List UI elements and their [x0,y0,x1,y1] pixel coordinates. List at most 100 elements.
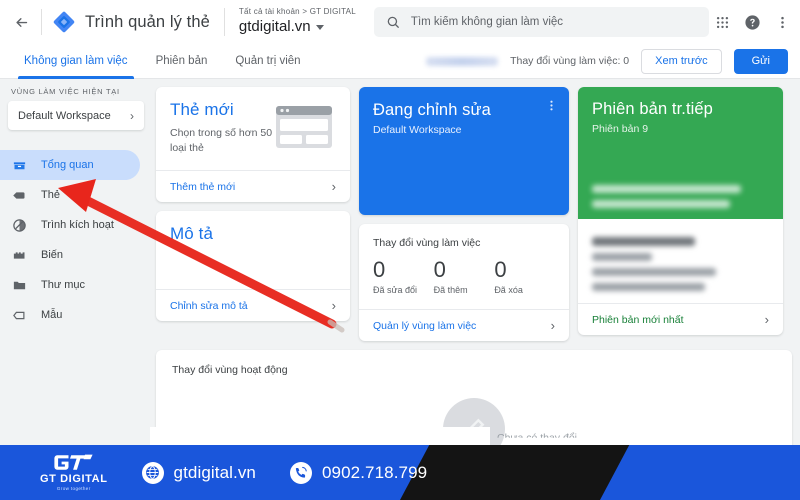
gtm-app-window: Trình quản lý thẻ Tất cả tài khoản > GT … [0,0,800,500]
apps-grid-icon[interactable] [709,8,737,36]
redacted-line [592,200,731,208]
search-box[interactable] [373,7,709,37]
gtm-diamond-logo [51,9,77,35]
workspace-selector[interactable]: Default Workspace › [8,101,144,130]
new-tag-card-footer[interactable]: Thêm thẻ mới › [156,170,350,202]
banner-phone[interactable]: 0902.718.799 [290,461,428,484]
sidebar-item-variables-label: Biến [41,249,64,261]
banner-content: GT DIGITAL Grow together gtdigital.vn 09… [0,445,800,500]
live-version-header: Phiên bản tr.tiếp Phiên bản 9 [578,87,783,219]
redacted-line [592,253,653,261]
sidebar-item-overview-label: Tổng quan [41,159,94,171]
sidebar-item-triggers-label: Trình kích hoạt [41,219,114,231]
tab-versions[interactable]: Phiên bản [142,44,222,79]
help-circle-icon[interactable] [739,8,767,36]
search-icon [386,15,400,29]
live-version-card[interactable]: Phiên bản tr.tiếp Phiên bản 9 Phiên bản … [578,87,783,335]
tab-workspace[interactable]: Không gian làm việc [10,44,142,79]
redacted-line [592,185,741,193]
chevron-down-icon [315,24,324,30]
sidebar-item-tags[interactable]: Thẻ [0,180,140,210]
banner-website[interactable]: gtdigital.vn [141,461,256,484]
stat-added-value: 0 [433,257,446,282]
sidebar-item-tags-label: Thẻ [41,189,60,201]
sidebar: VÙNG LÀM VIỆC HIỆN TẠI Default Workspace… [0,79,152,500]
phone-call-icon [290,461,312,484]
card-column-left: Thẻ mới Chọn trong số hơn 50 loại thẻ Th… [156,87,350,322]
sidebar-nav: Tổng quan Thẻ Trình kích hoạt Biến Thư m… [0,150,152,330]
bottom-banner: GT DIGITAL Grow together gtdigital.vn 09… [0,445,800,500]
workspace-changes-count: Thay đổi vùng làm việc: 0 [510,55,630,67]
sidebar-item-overview[interactable]: Tổng quan [0,150,140,180]
card-column-middle: Đang chỉnh sửa Default Workspace Thay đổ… [359,87,569,342]
redacted-line [592,283,706,291]
description-card-footer[interactable]: Chỉnh sửa mô tả › [156,289,350,321]
card-column-right: Phiên bản tr.tiếp Phiên bản 9 Phiên bản … [578,87,783,335]
more-vert-icon[interactable] [545,99,558,114]
activity-title: Thay đổi vùng hoạt động [172,364,288,377]
workspace-name: Default Workspace [18,109,111,122]
brand-tagline: Grow together [56,485,91,491]
more-vert-icon[interactable] [769,8,797,36]
account-selector[interactable]: Tất cả tài khoản > GT DIGITAL gtdigital.… [223,8,356,36]
editing-card[interactable]: Đang chỉnh sửa Default Workspace [359,87,569,215]
editing-card-title: Đang chỉnh sửa [373,101,491,119]
editing-card-subtitle: Default Workspace [373,124,462,136]
chevron-right-icon: › [550,318,555,334]
sidebar-item-templates-label: Mẫu [41,309,63,321]
banner-white-notch [150,427,490,445]
sidebar-item-triggers[interactable]: Trình kích hoạt [0,210,140,240]
workspace-changes-footer-label: Quản lý vùng làm việc [373,319,477,332]
sidebar-item-folders[interactable]: Thư mục [0,270,140,300]
stat-modified-label: Đã sửa đổi [373,285,418,296]
sidebar-item-folders-label: Thư mục [41,279,86,291]
tab-admin-label: Quản trị viên [235,55,301,67]
chevron-right-icon: › [764,312,769,327]
back-arrow-icon[interactable] [10,11,32,33]
live-version-subtitle: Phiên bản 9 [592,123,649,135]
sidebar-item-templates[interactable]: Mẫu [0,300,140,330]
stat-deleted-label: Đã xóa [494,285,523,296]
live-version-title: Phiên bản tr.tiếp [592,100,713,118]
top-bar: Trình quản lý thẻ Tất cả tài khoản > GT … [0,0,800,44]
workspace-changes-heading: Thay đổi vùng làm việc [373,237,481,249]
account-name-text: gtdigital.vn [238,18,311,36]
new-tag-title: Thẻ mới [170,100,234,119]
account-name: gtdigital.vn [239,19,356,36]
sidebar-item-variables[interactable]: Biến [0,240,140,270]
website-text: gtdigital.vn [173,462,256,482]
stat-added: 0 Đã thêm [434,258,495,295]
app-title: Trình quản lý thẻ [85,12,210,31]
gt-digital-logo: GT DIGITAL Grow together [40,454,108,492]
description-card-body: Mô tả [156,211,350,289]
tab-workspace-label: Không gian làm việc [24,55,128,67]
topbar-actions [709,8,800,36]
stat-modified: 0 Đã sửa đổi [373,258,434,295]
search-input[interactable] [410,16,697,28]
new-tag-card[interactable]: Thẻ mới Chọn trong số hơn 50 loại thẻ Th… [156,87,350,203]
description-footer-label: Chỉnh sửa mô tả [170,299,248,312]
live-version-footer-label: Phiên bản mới nhất [592,313,684,326]
live-version-details [578,219,783,303]
workspace-changes-card[interactable]: Thay đổi vùng làm việc 0 Đã sửa đổi 0 Đã… [359,224,569,342]
stat-added-label: Đã thêm [433,285,468,296]
template-icon [11,307,28,324]
stat-deleted: 0 Đã xóa [494,258,555,295]
workspace-changes-footer[interactable]: Quản lý vùng làm việc › [359,309,569,341]
tab-admin[interactable]: Quản trị viên [221,44,314,79]
description-card[interactable]: Mô tả Chỉnh sửa mô tả › [156,211,350,322]
tab-versions-label: Phiên bản [155,55,208,67]
browser-window-illustration [274,104,336,151]
redacted-line [592,237,695,246]
stat-modified-value: 0 [373,257,386,282]
overview-icon [11,157,28,174]
new-tag-card-body: Thẻ mới Chọn trong số hơn 50 loại thẻ [156,87,350,170]
phone-text: 0902.718.799 [322,462,428,482]
live-version-footer[interactable]: Phiên bản mới nhất › [578,303,783,335]
sidebar-section-label: VÙNG LÀM VIỆC HIỆN TẠI [11,87,120,96]
submit-button[interactable]: Gửi [733,48,788,74]
gt-monogram-icon [54,454,94,471]
preview-button[interactable]: Xem trước [641,48,722,74]
toolbar-divider [41,9,42,35]
new-tag-footer-label: Thêm thẻ mới [170,180,236,193]
